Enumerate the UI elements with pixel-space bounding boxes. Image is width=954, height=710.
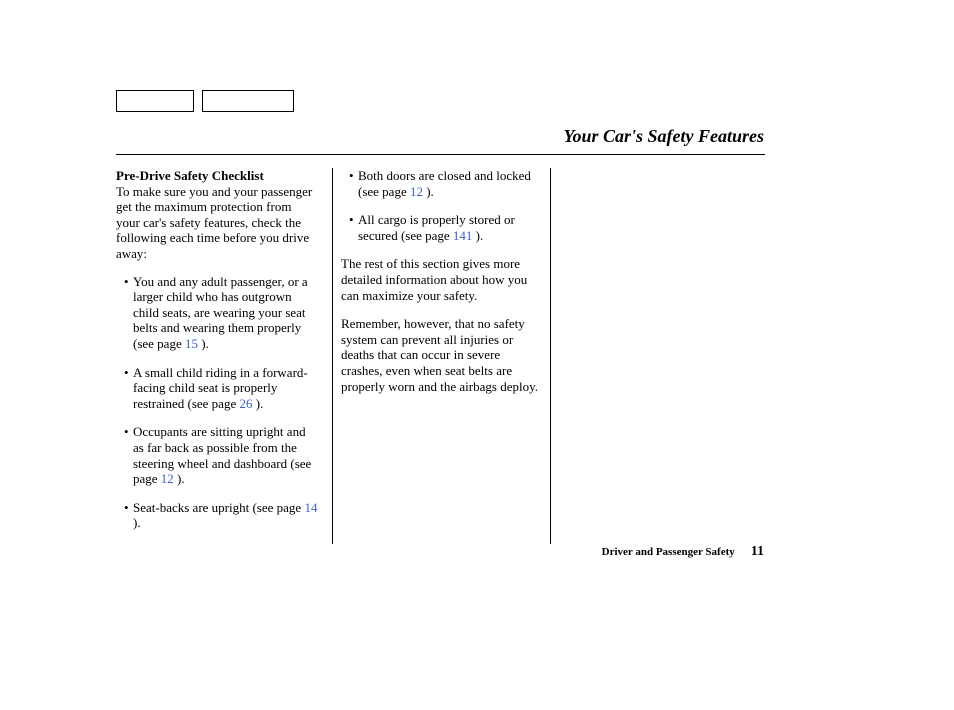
checklist-heading: Pre-Drive Safety Checklist — [116, 168, 264, 183]
checklist-bullets-mid: Both doors are closed and locked (see pa… — [341, 168, 544, 243]
column-left: Pre-Drive Safety Checklist To make sure … — [116, 168, 332, 544]
list-item: All cargo is properly stored or secured … — [349, 212, 544, 243]
bullet-text: A small child riding in a forward-facing… — [133, 365, 308, 411]
nav-button-prev[interactable] — [116, 90, 194, 112]
page-reference-link[interactable]: 26 — [239, 396, 252, 411]
page-reference-link[interactable]: 141 — [453, 228, 473, 243]
list-item: You and any adult passenger, or a larger… — [124, 274, 318, 352]
bullet-text-after: ). — [174, 471, 185, 486]
list-item: Seat-backs are upright (see page 14 ). — [124, 500, 318, 531]
bullet-text-after: ). — [423, 184, 434, 199]
bullet-text-after: ). — [133, 515, 141, 530]
list-item: Occupants are sitting upright and as far… — [124, 424, 318, 486]
bullet-text-after: ). — [252, 396, 263, 411]
bullet-text: Occupants are sitting upright and as far… — [133, 424, 311, 486]
intro-text: To make sure you and your passenger get … — [116, 184, 312, 261]
bullet-text: All cargo is properly stored or secured … — [358, 212, 515, 243]
bullet-text: Both doors are closed and locked (see pa… — [358, 168, 531, 199]
page-reference-link[interactable]: 14 — [304, 500, 317, 515]
bullet-text: Seat-backs are upright (see page — [133, 500, 304, 515]
nav-button-next[interactable] — [202, 90, 294, 112]
bullet-text: You and any adult passenger, or a larger… — [133, 274, 308, 351]
body-paragraph: Remember, however, that no safety system… — [341, 316, 544, 394]
body-paragraph: The rest of this section gives more deta… — [341, 256, 544, 303]
list-item: Both doors are closed and locked (see pa… — [349, 168, 544, 199]
page-reference-link[interactable]: 12 — [161, 471, 174, 486]
bullet-text-after: ). — [198, 336, 209, 351]
column-middle: Both doors are closed and locked (see pa… — [332, 168, 550, 544]
list-item: A small child riding in a forward-facing… — [124, 365, 318, 412]
content-columns: Pre-Drive Safety Checklist To make sure … — [116, 168, 766, 544]
page-title: Your Car's Safety Features — [563, 126, 764, 147]
page-footer: Driver and Passenger Safety 11 — [602, 544, 764, 560]
title-divider — [116, 154, 765, 155]
nav-button-row — [116, 90, 294, 112]
page-reference-link[interactable]: 15 — [185, 336, 198, 351]
footer-section-name: Driver and Passenger Safety — [602, 546, 735, 558]
bullet-text-after: ). — [472, 228, 483, 243]
column-right — [550, 168, 766, 544]
page-reference-link[interactable]: 12 — [410, 184, 423, 199]
intro-paragraph: Pre-Drive Safety Checklist To make sure … — [116, 168, 318, 262]
page-number: 11 — [751, 544, 764, 560]
checklist-bullets-left: You and any adult passenger, or a larger… — [116, 274, 318, 531]
